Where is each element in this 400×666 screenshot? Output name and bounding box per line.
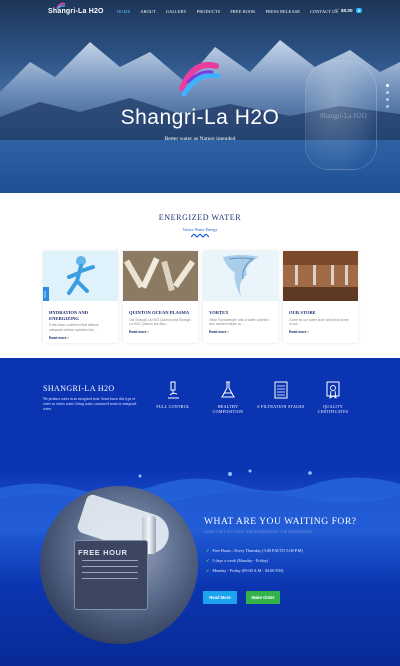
hero-subtitle: Better water as Nature intended xyxy=(164,136,236,142)
check-icon: ✔ xyxy=(206,568,210,573)
sign-line xyxy=(82,566,138,567)
hero-logo-icon xyxy=(179,62,221,97)
menu-item-press-release[interactable]: PRESS RELEASE xyxy=(260,9,305,14)
ampoules-image xyxy=(123,251,198,301)
feature-label: QUALITY CERTIFICATES xyxy=(317,404,349,415)
about-text: We produce water in an energized state. … xyxy=(43,397,137,412)
menu-item-gallery[interactable]: GALLERY xyxy=(161,9,192,14)
card-store[interactable]: OUR STORE Come by our water store and dr… xyxy=(283,251,358,343)
store-image xyxy=(283,251,358,301)
slider-dot[interactable] xyxy=(386,98,389,101)
certificate-icon xyxy=(326,381,340,399)
cta-title: WHAT ARE YOU WAITING FOR? xyxy=(204,516,357,527)
brand-name[interactable]: Shangri-La H2O xyxy=(48,8,104,15)
about-title: SHANGRI-LA H2O xyxy=(43,384,115,393)
cart-count: 0 xyxy=(355,8,363,13)
feature-label: HEALTHY COMPOSITION xyxy=(212,404,244,415)
card-vortex[interactable]: VORTEX Viktor Schauberger was a water sc… xyxy=(203,251,278,343)
cta-subtitle: COME VISIT US TODAY AND EXPERIENCE THE D… xyxy=(204,530,313,534)
schedule-item: ✔ 5 days a week (Monday - Friday) xyxy=(206,558,269,563)
card-title: OUR STORE xyxy=(289,310,316,315)
energized-section: ENERGIZED WATER Vortex Water Energy SALE… xyxy=(0,193,400,358)
card-title: HYDRATION AND ENERGIZING xyxy=(49,310,89,321)
cart-button[interactable]: 🛒 $0.00 0 xyxy=(334,8,363,14)
card-hydration[interactable]: SALE HYDRATION AND ENERGIZING It has bee… xyxy=(43,251,118,343)
sign-line xyxy=(82,572,138,573)
card-text: Our Shangri-La H2O Quinton and Shangri-L… xyxy=(129,317,192,327)
section-subtitle: Vortex Water Energy xyxy=(182,227,218,232)
slider-dot[interactable] xyxy=(386,91,389,94)
menu-item-free-book[interactable]: FREE BOOK xyxy=(225,9,260,14)
vortex-image xyxy=(203,251,278,301)
read-more-link[interactable]: Read more › xyxy=(129,330,192,334)
section-title: ENERGIZED WATER xyxy=(158,213,242,222)
read-more-link[interactable]: Read more › xyxy=(289,330,352,334)
sign-line xyxy=(82,560,138,561)
hero-section: Shangri-La H2O HOME ABOUT GALLERY PRODUC… xyxy=(0,0,400,193)
card-text: Viktor Schauberger was a water scientist… xyxy=(209,317,269,327)
card-text: It has been confirmed that without adequ… xyxy=(49,323,99,332)
menu-item-about[interactable]: ABOUT xyxy=(135,9,161,14)
check-icon: ✔ xyxy=(206,548,210,553)
make-order-button[interactable]: Make Order xyxy=(246,591,280,604)
slider-pagination xyxy=(386,84,391,112)
slider-dot[interactable] xyxy=(386,105,389,108)
card-title: QUINTON OCEAN PLASMA xyxy=(129,310,190,315)
read-more-button[interactable]: Read More xyxy=(203,591,237,604)
about-section: SHANGRI-LA H2O We produce water in an en… xyxy=(0,358,400,468)
feature-full-control: FULL CONTROL xyxy=(148,380,198,409)
main-menu: HOME ABOUT GALLERY PRODUCTS FREE BOOK PR… xyxy=(112,9,343,14)
cart-total: $0.00 xyxy=(341,8,353,13)
read-more-link[interactable]: Read more › xyxy=(49,336,112,340)
feature-label: 6 FILTRATION STAGES xyxy=(257,404,305,409)
sign-line xyxy=(82,578,138,579)
microscope-icon xyxy=(168,381,179,399)
slider-dot[interactable] xyxy=(386,84,389,87)
card-quinton[interactable]: QUINTON OCEAN PLASMA Our Shangri-La H2O … xyxy=(123,251,198,343)
hero-title: Shangri-La H2O xyxy=(120,106,280,129)
schedule-item: ✔ Free Hours : Every Thursday (3:00 P.M T… xyxy=(206,548,303,553)
cta-section: FREE HOUR WHAT ARE YOU WAITING FOR? COME… xyxy=(0,468,400,666)
schedule-item: ✔ Monday - Friday (09:00 A.M - 04:00 P.M) xyxy=(206,568,284,573)
wave-divider-icon xyxy=(191,234,209,238)
flask-icon xyxy=(221,381,235,398)
filter-icon xyxy=(274,381,288,399)
cart-icon: 🛒 xyxy=(334,8,340,13)
sale-badge: SALE xyxy=(43,287,49,301)
card-title: VORTEX xyxy=(209,310,229,315)
schedule-list: ✔ Free Hours : Every Thursday (3:00 P.M T… xyxy=(206,548,303,578)
feature-label: FULL CONTROL xyxy=(156,404,190,409)
menu-item-home[interactable]: HOME xyxy=(112,9,135,14)
card-text: Come by our water store and drink some o… xyxy=(289,317,349,327)
read-more-link[interactable]: Read more › xyxy=(209,330,272,334)
feature-certificates: QUALITY CERTIFICATES xyxy=(308,380,358,414)
top-nav: Shangri-La H2O HOME ABOUT GALLERY PRODUC… xyxy=(0,0,400,22)
menu-item-products[interactable]: PRODUCTS xyxy=(192,9,226,14)
feature-healthy-composition: HEALTHY COMPOSITION xyxy=(203,380,253,414)
feature-filtration: 6 FILTRATION STAGES xyxy=(256,380,306,409)
water-figure-image xyxy=(43,251,118,301)
check-icon: ✔ xyxy=(206,558,210,563)
sign-title: FREE HOUR xyxy=(78,548,128,557)
